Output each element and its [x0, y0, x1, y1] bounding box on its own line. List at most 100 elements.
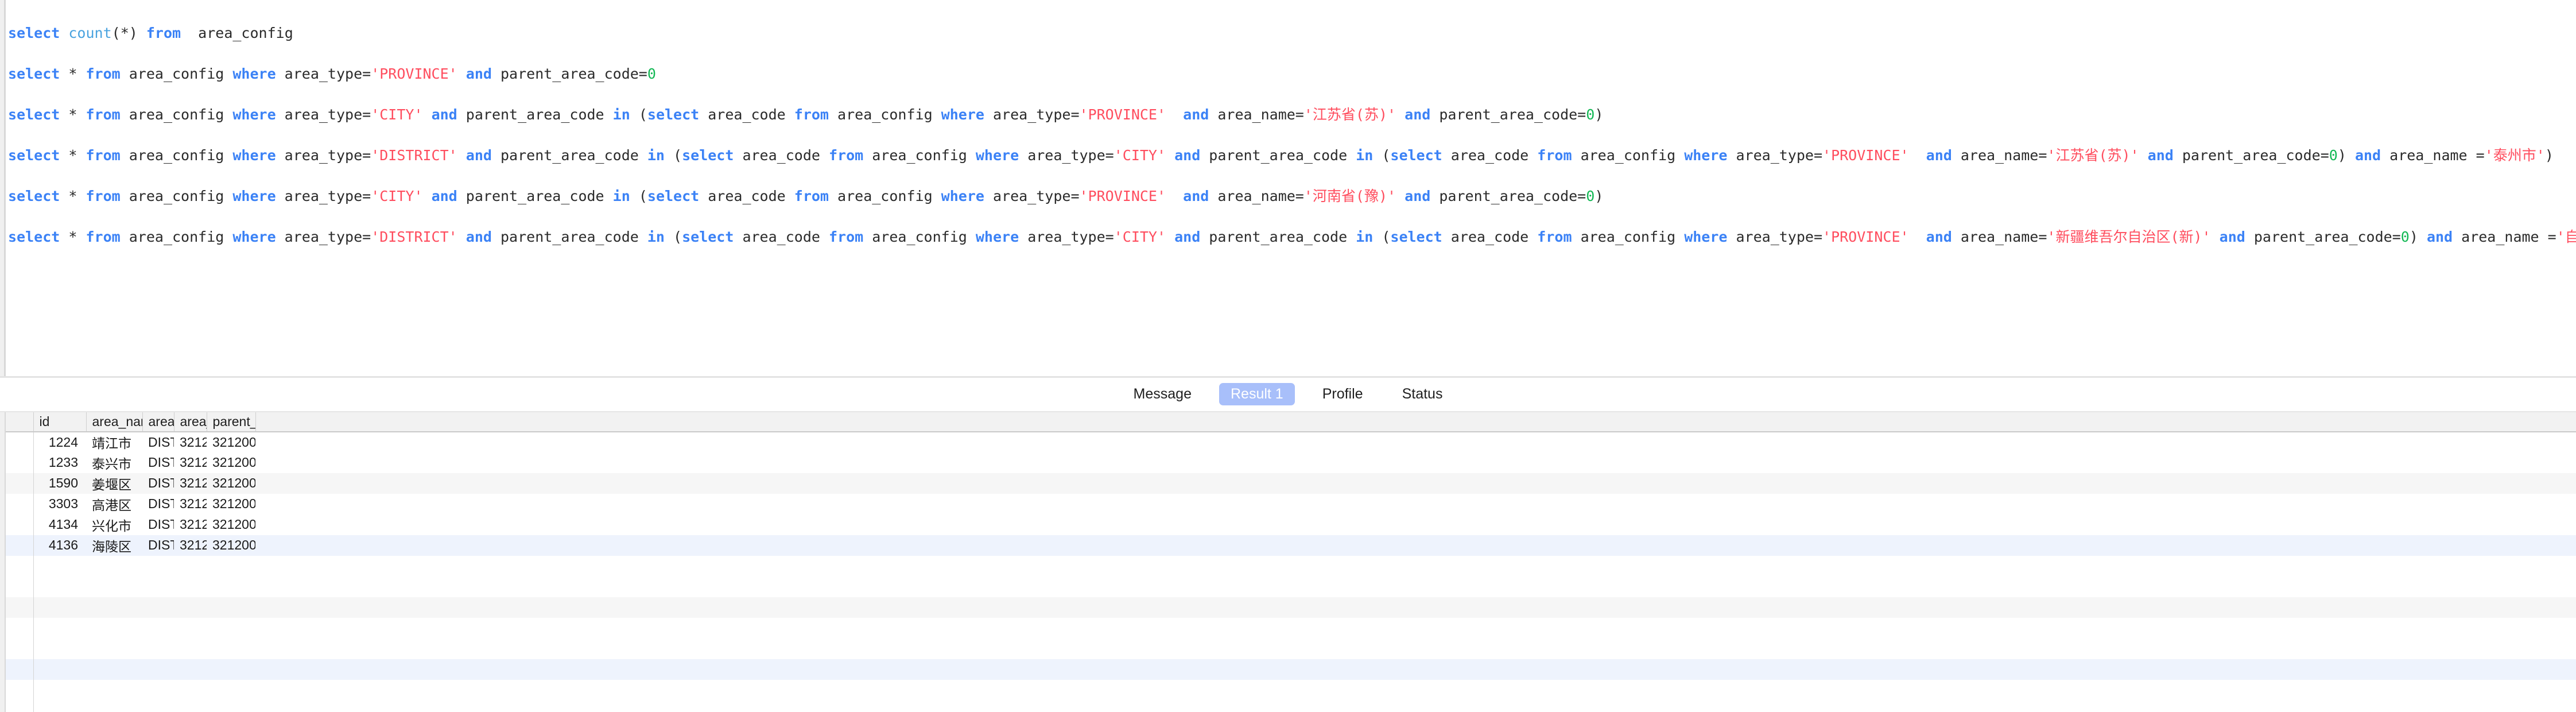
cell-area_type[interactable] — [142, 680, 174, 701]
result-grid-scroll[interactable]: idarea_namearea_typearea_codeparent_area… — [6, 412, 2576, 712]
column-header-id[interactable]: id — [33, 412, 86, 432]
row-number-cell[interactable] — [6, 494, 33, 514]
cell-id[interactable]: 4136 — [33, 535, 86, 556]
cell-area_type[interactable] — [142, 659, 174, 680]
table-row-empty[interactable] — [6, 556, 2576, 576]
table-row-empty[interactable] — [6, 597, 2576, 618]
row-number-cell[interactable] — [6, 535, 33, 556]
row-number-cell[interactable] — [6, 659, 33, 680]
cell-parent_area_code[interactable] — [207, 597, 255, 618]
cell-area_name[interactable] — [86, 659, 142, 680]
row-number-cell[interactable] — [6, 597, 33, 618]
cell-parent_area_code[interactable] — [207, 576, 255, 597]
cell-parent_area_code[interactable] — [207, 680, 255, 701]
cell-area_name[interactable] — [86, 680, 142, 701]
cell-area_type[interactable] — [142, 639, 174, 659]
table-row-empty[interactable] — [6, 680, 2576, 701]
sql-line[interactable]: select * from area_config where area_typ… — [6, 53, 2576, 94]
cell-parent_area_code[interactable] — [207, 639, 255, 659]
table-row-empty[interactable] — [6, 639, 2576, 659]
table-row-empty[interactable] — [6, 659, 2576, 680]
cell-id[interactable] — [33, 701, 86, 712]
cell-area_name[interactable]: 靖江市 — [86, 432, 142, 452]
table-row[interactable]: 1224靖江市DISTRICT321282321200 — [6, 432, 2576, 452]
cell-area_type[interactable] — [142, 597, 174, 618]
cell-area_code[interactable] — [174, 680, 207, 701]
cell-parent_area_code[interactable]: 321200 — [207, 452, 255, 473]
cell-parent_area_code[interactable] — [207, 556, 255, 576]
cell-parent_area_code[interactable] — [207, 659, 255, 680]
row-number-cell[interactable] — [6, 432, 33, 452]
cell-parent_area_code[interactable]: 321200 — [207, 432, 255, 452]
cell-area_code[interactable]: 321204 — [174, 473, 207, 494]
cell-parent_area_code[interactable]: 321200 — [207, 535, 255, 556]
result-table-body[interactable]: 1224靖江市DISTRICT3212823212001233泰兴市DISTRI… — [6, 432, 2576, 712]
cell-area_code[interactable] — [174, 701, 207, 712]
cell-area_type[interactable]: DISTRICT — [142, 535, 174, 556]
column-header-area_name[interactable]: area_name — [86, 412, 142, 432]
tab-result-1[interactable]: Result 1 — [1219, 383, 1295, 405]
cell-id[interactable] — [33, 576, 86, 597]
sql-line[interactable]: select * from area_config where area_typ… — [6, 216, 2576, 257]
row-number-cell[interactable] — [6, 680, 33, 701]
cell-parent_area_code[interactable]: 321200 — [207, 473, 255, 494]
tab-status[interactable]: Status — [1391, 383, 1454, 405]
cell-parent_area_code[interactable] — [207, 701, 255, 712]
cell-id[interactable]: 1590 — [33, 473, 86, 494]
cell-area_name[interactable] — [86, 556, 142, 576]
row-number-cell[interactable] — [6, 618, 33, 639]
tab-profile[interactable]: Profile — [1311, 383, 1375, 405]
table-row[interactable]: 1233泰兴市DISTRICT321283321200 — [6, 452, 2576, 473]
row-number-cell[interactable] — [6, 701, 33, 712]
cell-id[interactable]: 4134 — [33, 514, 86, 535]
cell-area_code[interactable] — [174, 639, 207, 659]
row-number-cell[interactable] — [6, 576, 33, 597]
column-header-area_code[interactable]: area_code — [174, 412, 207, 432]
cell-area_name[interactable]: 兴化市 — [86, 514, 142, 535]
cell-area_name[interactable]: 姜堰区 — [86, 473, 142, 494]
tab-message[interactable]: Message — [1122, 383, 1203, 405]
cell-area_code[interactable]: 321281 — [174, 514, 207, 535]
cell-area_type[interactable]: DISTRICT — [142, 473, 174, 494]
result-tab-bar[interactable]: Message Result 1 Profile Status — [0, 378, 2576, 412]
cell-area_code[interactable] — [174, 597, 207, 618]
cell-id[interactable] — [33, 639, 86, 659]
cell-area_code[interactable] — [174, 576, 207, 597]
cell-id[interactable]: 1233 — [33, 452, 86, 473]
cell-area_code[interactable] — [174, 556, 207, 576]
cell-area_name[interactable]: 高港区 — [86, 494, 142, 514]
row-number-cell[interactable] — [6, 639, 33, 659]
column-header-area_type[interactable]: area_type — [142, 412, 174, 432]
cell-area_type[interactable] — [142, 556, 174, 576]
cell-area_name[interactable]: 泰兴市 — [86, 452, 142, 473]
table-row[interactable]: 4134兴化市DISTRICT321281321200 — [6, 514, 2576, 535]
cell-id[interactable]: 3303 — [33, 494, 86, 514]
cell-area_code[interactable] — [174, 659, 207, 680]
cell-area_code[interactable]: 321282 — [174, 432, 207, 452]
cell-area_type[interactable]: DISTRICT — [142, 514, 174, 535]
cell-area_code[interactable]: 321203 — [174, 494, 207, 514]
cell-area_type[interactable]: DISTRICT — [142, 452, 174, 473]
cell-area_name[interactable] — [86, 618, 142, 639]
table-row-empty[interactable] — [6, 701, 2576, 712]
cell-area_name[interactable]: 海陵区 — [86, 535, 142, 556]
cell-id[interactable] — [33, 556, 86, 576]
cell-parent_area_code[interactable] — [207, 618, 255, 639]
cell-id[interactable] — [33, 597, 86, 618]
cell-area_code[interactable]: 321283 — [174, 452, 207, 473]
table-row[interactable]: 3303高港区DISTRICT321203321200 — [6, 494, 2576, 514]
cell-area_type[interactable] — [142, 576, 174, 597]
cell-area_code[interactable] — [174, 618, 207, 639]
sql-line[interactable]: select count(*) from area_config — [6, 13, 2576, 53]
table-row[interactable]: 4136海陵区DISTRICT321202321200 — [6, 535, 2576, 556]
cell-id[interactable] — [33, 618, 86, 639]
sql-line[interactable]: select * from area_config where area_typ… — [6, 135, 2576, 176]
cell-id[interactable]: 1224 — [33, 432, 86, 452]
cell-area_type[interactable] — [142, 618, 174, 639]
cell-id[interactable] — [33, 680, 86, 701]
cell-area_name[interactable] — [86, 597, 142, 618]
cell-area_type[interactable] — [142, 701, 174, 712]
table-row-empty[interactable] — [6, 618, 2576, 639]
cell-area_type[interactable]: DISTRICT — [142, 432, 174, 452]
row-number-cell[interactable] — [6, 514, 33, 535]
